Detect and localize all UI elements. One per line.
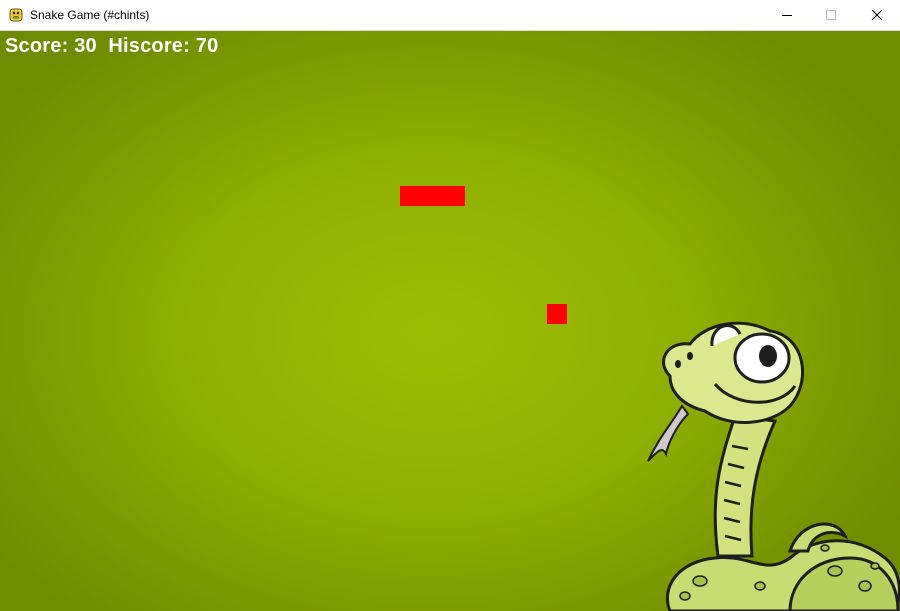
game-canvas[interactable]: Score: 30 Hiscore: 70 — [0, 31, 900, 611]
minimize-icon — [782, 15, 792, 16]
score-display: Score: 30 Hiscore: 70 — [5, 35, 219, 57]
close-button[interactable] — [854, 0, 900, 30]
python-game-icon — [9, 8, 23, 22]
maximize-button[interactable] — [808, 0, 854, 30]
window-title: Snake Game (#chints) — [30, 8, 150, 22]
game-window: Snake Game (#chints) Score: 30 Hiscore: … — [0, 0, 900, 611]
title-bar[interactable]: Snake Game (#chints) — [0, 0, 900, 31]
snake-head — [444, 186, 465, 206]
minimize-button[interactable] — [764, 0, 810, 30]
close-icon — [871, 9, 883, 21]
cartoon-snake-illustration — [647, 321, 900, 611]
maximize-icon — [826, 10, 836, 20]
snake-segment — [422, 186, 444, 206]
food — [547, 304, 567, 324]
snake-segment — [400, 186, 422, 206]
